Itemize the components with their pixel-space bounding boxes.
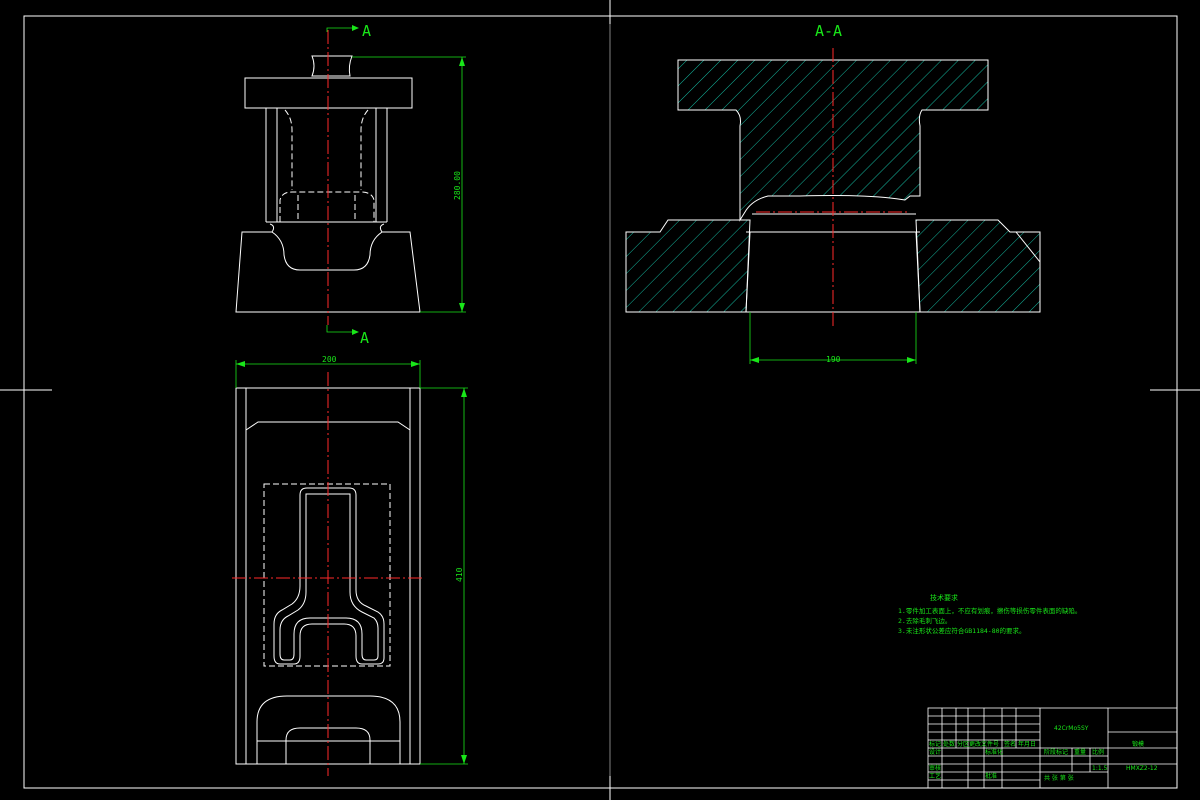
dim-bore-section: 190 — [826, 355, 841, 364]
row-label-4: 签名 — [1004, 740, 1016, 748]
notes-heading: 技术要求 — [930, 593, 958, 602]
dim-length-plan: 410 — [455, 567, 464, 582]
stage-label: 阶段标记 — [1044, 748, 1068, 756]
row-label-5: 年月日 — [1018, 740, 1036, 748]
section-title: A-A — [815, 22, 842, 40]
dim-height-front: 280.00 — [453, 171, 462, 200]
title-block: 42CrMo5SY 锻模 HMXZ2-12 1:1.5 标记 处数 分区 更改文… — [927, 707, 1178, 789]
sheet-label: 共 张 第 张 — [1044, 774, 1074, 782]
sheet-border — [0, 0, 1200, 800]
title-scale: 1:1.5 — [1092, 765, 1108, 772]
section-view: A-A 190 — [625, 22, 1041, 364]
notes-item-3: 3.未注形状公差应符合GB1184-80的要求。 — [898, 626, 1026, 635]
section-marker-bottom: A — [360, 329, 369, 347]
review-label: 审核 — [929, 764, 941, 772]
front-view: A A 280.00 — [235, 22, 466, 347]
row-label-1: 处数 — [943, 740, 955, 748]
notes-item-1: 1.零件加工表面上，不应有划痕，擦伤等损伤零件表面的缺陷。 — [898, 606, 1081, 615]
dim-width-plan: 200 — [322, 355, 337, 364]
design-label: 设计 — [929, 748, 941, 756]
title-part-name: 锻模 — [1132, 740, 1144, 748]
scale-label: 比例 — [1092, 748, 1104, 756]
approve-label: 批准 — [985, 772, 997, 780]
standardize-label: 标准化 — [985, 748, 1003, 756]
title-drawing-number: HMXZ2-12 — [1126, 765, 1158, 772]
weight-label: 重量 — [1074, 748, 1086, 756]
section-marker-top: A — [362, 22, 371, 40]
row-label-2: 分区 — [957, 740, 969, 748]
process-label: 工艺 — [929, 772, 941, 780]
title-material: 42CrMo5SY — [1054, 725, 1089, 732]
row-label-0: 标记 — [929, 740, 941, 748]
cad-drawing-canvas: A A 280.00 200 410 A-A 190 技术要求 1.零件加工表面… — [0, 0, 1200, 800]
row-label-3: 更改文件号 — [969, 740, 999, 748]
technical-notes: 技术要求 1.零件加工表面上，不应有划痕，擦伤等损伤零件表面的缺陷。 2.去除毛… — [898, 593, 1081, 635]
notes-item-2: 2.去除毛刺飞边。 — [898, 616, 951, 625]
plan-view: 200 410 — [232, 355, 468, 776]
